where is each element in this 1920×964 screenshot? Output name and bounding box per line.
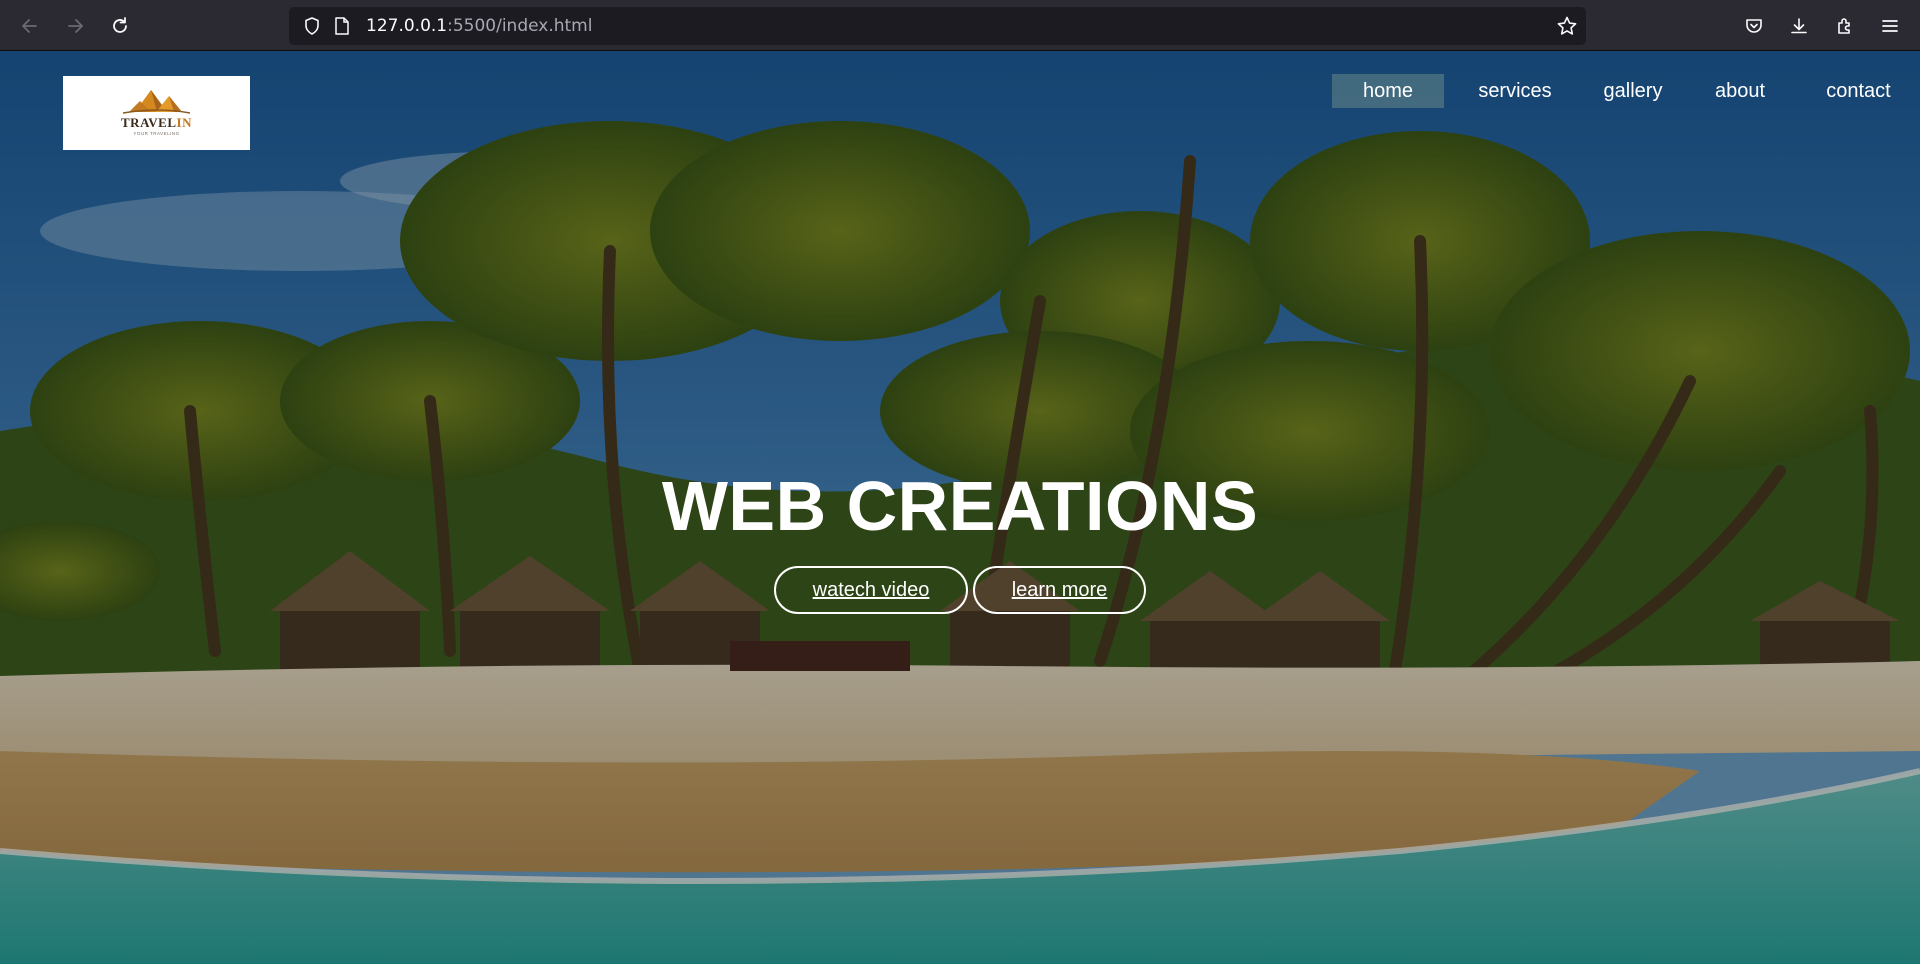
- url-bar[interactable]: 127.0.0.1:5500/index.html: [289, 7, 1586, 45]
- nav-link-gallery[interactable]: gallery: [1585, 74, 1681, 108]
- reload-icon: [113, 17, 127, 33]
- site-logo[interactable]: TRAVELIN YOUR TRAVELING: [63, 76, 250, 150]
- logo-title-main: TRAVEL: [121, 115, 177, 130]
- app-menu-button[interactable]: [1877, 13, 1903, 39]
- hero-title: WEB CREATIONS: [661, 467, 1259, 545]
- watch-video-button[interactable]: watech video: [774, 566, 968, 614]
- menu-icon: [1882, 20, 1898, 32]
- reload-button[interactable]: [106, 12, 134, 40]
- logo-title: TRAVELIN: [63, 115, 250, 131]
- logo-title-accent: IN: [176, 115, 192, 130]
- shield-icon[interactable]: [302, 16, 322, 36]
- page-viewport: TRAVELIN YOUR TRAVELING home services ga…: [0, 51, 1920, 964]
- url-host: 127.0.0.1: [366, 16, 448, 36]
- pyramids-icon: [122, 90, 191, 114]
- nav-link-contact[interactable]: contact: [1811, 74, 1906, 108]
- logo-subtitle: YOUR TRAVELING: [133, 131, 180, 136]
- extensions-icon: [1838, 18, 1850, 34]
- browser-toolbar: 127.0.0.1:5500/index.html: [0, 0, 1920, 51]
- downloads-button[interactable]: [1786, 13, 1812, 39]
- star-icon[interactable]: [1556, 15, 1578, 37]
- back-arrow-icon: [22, 19, 37, 33]
- forward-arrow-icon: [68, 19, 83, 33]
- nav-link-services[interactable]: services: [1459, 74, 1571, 108]
- page-icon: [335, 17, 349, 35]
- download-icon: [1791, 18, 1807, 34]
- nav-link-home[interactable]: home: [1332, 74, 1444, 108]
- extensions-button[interactable]: [1832, 13, 1858, 39]
- url-text[interactable]: 127.0.0.1:5500/index.html: [366, 16, 592, 36]
- pocket-button[interactable]: [1741, 13, 1767, 39]
- forward-button[interactable]: [61, 12, 89, 40]
- back-button[interactable]: [16, 12, 44, 40]
- pocket-icon: [1746, 19, 1762, 33]
- learn-more-button[interactable]: learn more: [973, 566, 1146, 614]
- url-path: :5500/index.html: [447, 16, 593, 36]
- nav-link-about[interactable]: about: [1699, 74, 1781, 108]
